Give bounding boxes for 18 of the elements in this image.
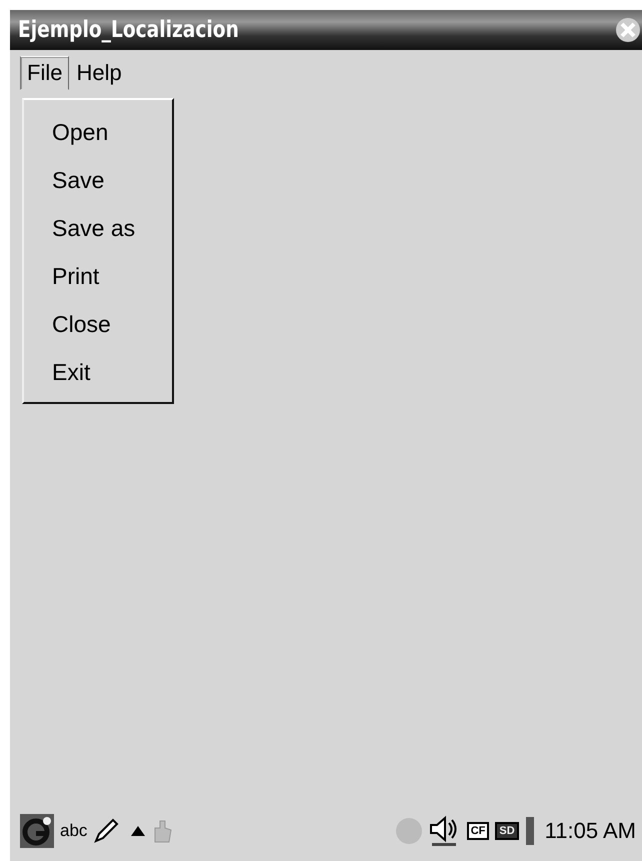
close-icon — [615, 17, 641, 43]
menu-entry[interactable]: Close — [24, 300, 172, 348]
menu-entry[interactable]: Open — [24, 108, 172, 156]
menu-item[interactable]: File — [20, 56, 70, 90]
up-arrow-icon[interactable] — [131, 826, 146, 836]
storage-card-icon[interactable]: SD — [495, 822, 519, 840]
storage-card-icon[interactable]: CF — [466, 822, 490, 840]
input-method-label[interactable]: abc — [60, 821, 88, 841]
menu-entry[interactable]: Exit — [24, 348, 172, 396]
menu-entry[interactable]: Save — [24, 156, 172, 204]
clock: 11:05 AM — [544, 818, 636, 844]
menu-entry[interactable]: Save as — [24, 204, 172, 252]
menu-entry[interactable]: Print — [24, 252, 172, 300]
start-icon[interactable] — [20, 814, 54, 848]
pencil-icon[interactable] — [93, 818, 120, 844]
close-button[interactable] — [614, 15, 642, 45]
battery-icon[interactable] — [524, 816, 535, 846]
window-title: Ejemplo_Localizacion — [18, 17, 239, 43]
